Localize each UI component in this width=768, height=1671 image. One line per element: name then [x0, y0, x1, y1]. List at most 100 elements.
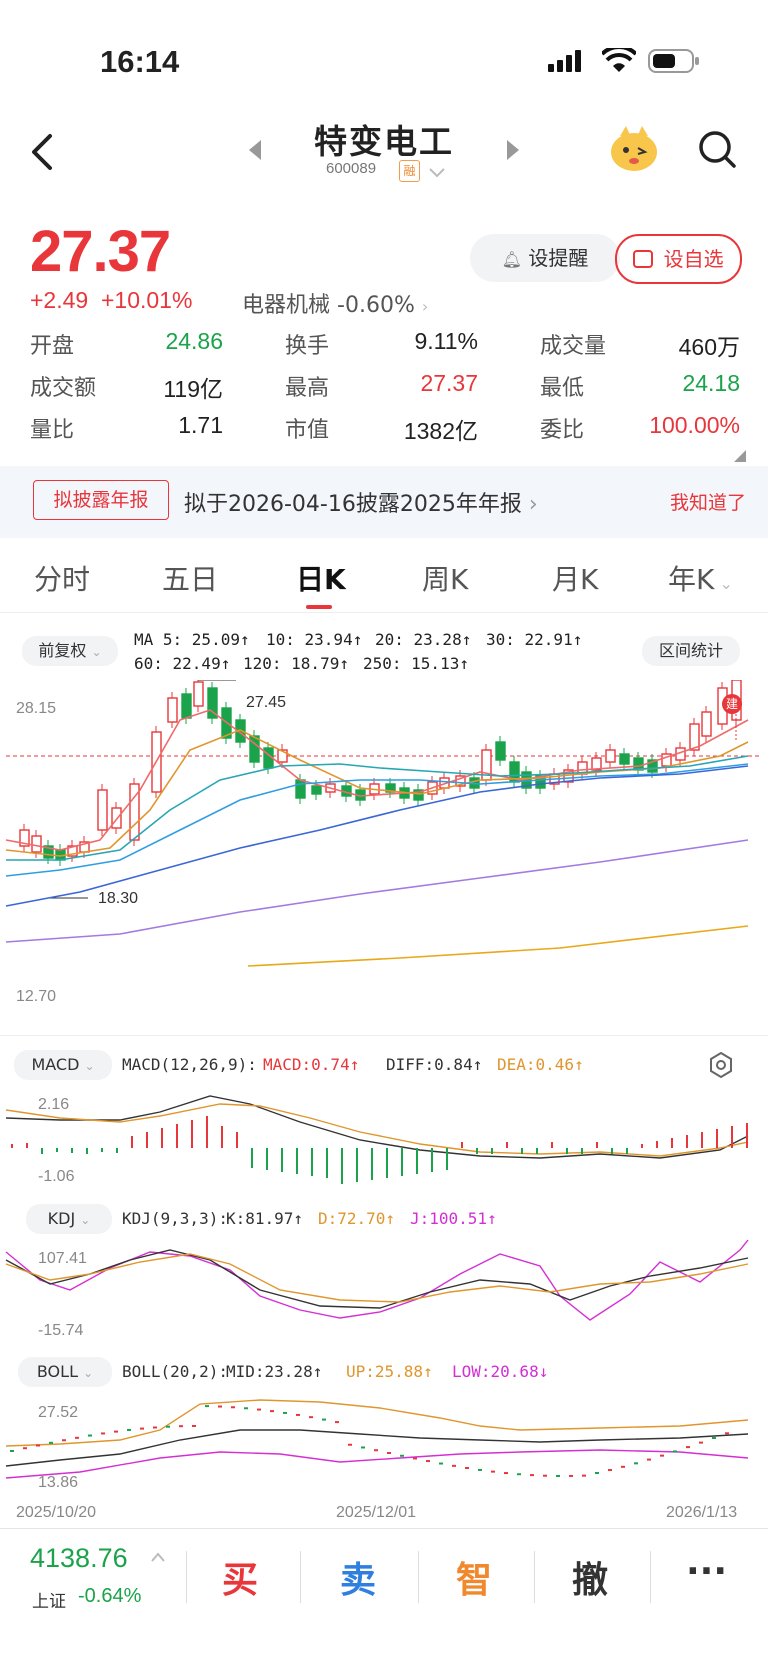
tab-intraday[interactable]: 分时 — [34, 558, 90, 598]
divider — [300, 1551, 301, 1603]
price-change: +2.49 +10.01% — [30, 287, 192, 314]
buy-button[interactable]: 买 — [222, 1551, 258, 1603]
search-icon[interactable] — [698, 130, 738, 170]
tab-weekly-k[interactable]: 周K — [422, 558, 468, 598]
ma60-label: 60: 22.49↑ — [134, 654, 231, 673]
notice-text[interactable]: 拟于2026-04-16披露2025年年报 › — [184, 486, 538, 518]
candle — [97, 789, 108, 831]
kdj-j-value: J:100.51↑ — [410, 1209, 497, 1228]
stat-label: 开盘 — [30, 334, 75, 359]
boll-mid-line — [5, 1429, 749, 1467]
tab-daily-k[interactable]: 日K — [296, 558, 346, 598]
boll-up-value: UP:25.88↑ — [346, 1362, 433, 1381]
last-price: 27.37 — [30, 219, 171, 284]
divider — [650, 1551, 651, 1603]
stat-value: 24.86 — [165, 328, 223, 354]
cancel-order-button[interactable]: 撤 — [572, 1551, 608, 1603]
tab-monthly-k[interactable]: 月K — [552, 558, 598, 598]
macd-select[interactable]: MACD ⌄ — [14, 1050, 112, 1080]
smart-trade-button[interactable]: 智 — [456, 1551, 492, 1603]
stat-label: 换手 — [285, 334, 330, 359]
stock-header: 特变电工 600089 融 — [0, 110, 768, 210]
stat-value: 100.00% — [649, 412, 740, 438]
macd-chart — [5, 1095, 749, 1184]
stat-value: 9.11% — [414, 328, 478, 354]
kdj-y-bottom: -15.74 — [38, 1322, 84, 1339]
active-tab-indicator — [306, 605, 332, 609]
next-stock-icon[interactable] — [505, 138, 521, 162]
divider — [0, 1035, 768, 1036]
dismiss-notice-button[interactable]: 我知道了 — [670, 488, 746, 515]
candle — [311, 785, 322, 795]
divider — [534, 1551, 535, 1603]
date-end: 2026/1/13 — [666, 1504, 738, 1521]
stat-value: 460万 — [678, 334, 740, 360]
y-axis-bottom: 12.70 — [16, 988, 57, 1005]
macd-y-bottom: -1.06 — [38, 1168, 75, 1185]
settings-icon[interactable] — [708, 1052, 734, 1078]
stat-value: 24.18 — [682, 370, 740, 396]
chevron-down-icon[interactable] — [428, 167, 446, 179]
candle — [701, 711, 712, 737]
bottom-action-bar: 4138.76 上证 -0.64% 买 卖 智 撤 ··· — [0, 1528, 768, 1671]
stat-item: 委比 100.00% — [540, 412, 740, 446]
stock-code: 600089 — [326, 160, 377, 177]
tab-yearly-k[interactable]: 年K ⌄ — [668, 558, 733, 598]
ma120-label: 120: 18.79↑ — [243, 654, 349, 673]
ma30-label: 30: 22.91↑ — [486, 630, 583, 649]
more-button[interactable]: ··· — [686, 1551, 727, 1592]
date-mid: 2025/12/01 — [336, 1504, 417, 1521]
chevron-up-icon[interactable] — [150, 1551, 166, 1563]
ma5-label: MA 5: 25.09↑ — [134, 630, 250, 649]
stat-label: 市值 — [285, 418, 330, 443]
range-stats-button[interactable]: 区间统计 — [642, 636, 740, 666]
notice-tag: 拟披露年报 — [33, 480, 169, 520]
stat-value: 119亿 — [163, 376, 223, 402]
boll-select[interactable]: BOLL ⌄ — [18, 1357, 112, 1387]
kdj-select[interactable]: KDJ ⌄ — [26, 1204, 112, 1234]
diff-value: DIFF:0.84↑ — [386, 1055, 483, 1074]
stat-label: 最高 — [285, 376, 330, 401]
candle — [111, 807, 122, 829]
candle — [495, 741, 506, 761]
index-name: 上证 — [32, 1592, 66, 1612]
build-position-badge: 建 — [722, 694, 742, 714]
expand-corner-icon[interactable] — [734, 450, 746, 462]
boll-chart — [5, 1399, 749, 1479]
date-start: 2025/10/20 — [16, 1504, 97, 1521]
dea-value: DEA:0.46↑ — [497, 1055, 584, 1074]
set-alert-button[interactable]: 🔔︎ 设提醒 — [470, 234, 620, 282]
adjust-select[interactable]: 前复权 ⌄ — [22, 636, 118, 666]
kdj-k-line — [5, 1249, 749, 1309]
sector-link[interactable]: 电器机械 -0.60% › — [242, 287, 428, 319]
stat-label: 量比 — [30, 418, 75, 443]
add-watchlist-button[interactable]: 设自选 — [615, 234, 742, 284]
stat-item: 开盘 24.86 — [30, 328, 223, 362]
macd-params: MACD(12,26,9): — [122, 1055, 257, 1074]
kdj-params: KDJ(9,3,3): — [122, 1209, 228, 1228]
stat-item: 成交量 460万 — [540, 328, 740, 362]
stat-item: 最高 27.37 — [285, 370, 478, 404]
add-watchlist-label: 设自选 — [663, 247, 724, 271]
change-value: +2.49 — [30, 287, 89, 313]
chart-period-tabs: 分时 五日 日K 周K 月K 年K ⌄ — [0, 548, 768, 613]
stat-label: 最低 — [540, 376, 585, 401]
low-mark-label: 18.30 — [98, 890, 139, 907]
index-value[interactable]: 4138.76 — [30, 1543, 128, 1574]
index-percent: -0.64% — [78, 1585, 142, 1607]
status-bar: 16:14 — [0, 0, 768, 110]
boll-y-top: 27.52 — [38, 1404, 79, 1421]
sector-name: 电器机械 — [242, 293, 331, 318]
stat-label: 成交量 — [540, 334, 607, 359]
candlestick-chart[interactable] — [0, 680, 768, 1000]
sell-button[interactable]: 卖 — [340, 1551, 376, 1603]
battery-icon — [648, 49, 699, 73]
boll-mid-value: MID:23.28↑ — [226, 1362, 323, 1381]
tab-five-day[interactable]: 五日 — [162, 558, 218, 598]
macd-value: MACD:0.74↑ — [263, 1055, 360, 1074]
stat-label: 委比 — [540, 418, 585, 443]
mascot-icon[interactable] — [608, 122, 660, 174]
kdj-k-value: K:81.97↑ — [226, 1209, 304, 1228]
signal-icon — [548, 50, 581, 72]
annual-report-notice: 拟披露年报 拟于2026-04-16披露2025年年报 › 我知道了 — [0, 466, 768, 538]
